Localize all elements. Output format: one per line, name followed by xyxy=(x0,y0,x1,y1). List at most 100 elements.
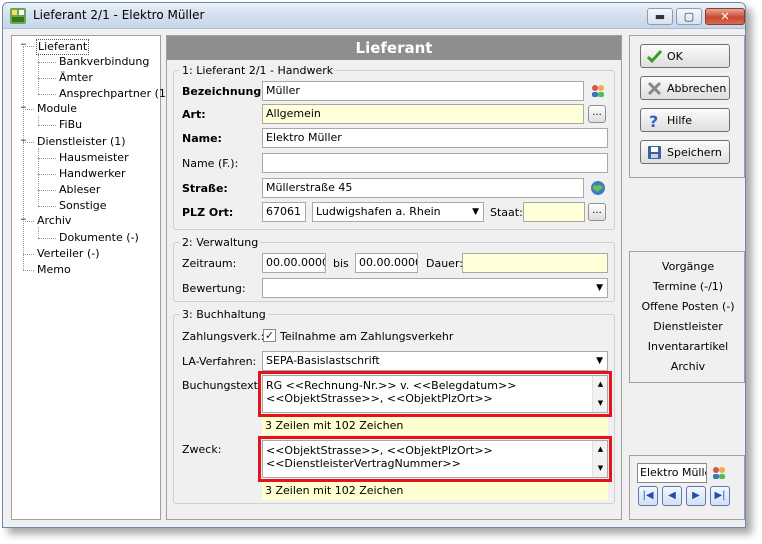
ort-value: Ludwigshafen a. Rhein xyxy=(316,205,441,218)
dauer-label: Dauer: xyxy=(426,257,463,270)
tree-item-verteiler[interactable]: Verteiler (-) xyxy=(37,247,100,261)
collapse-icon[interactable]: − xyxy=(19,104,28,113)
tree-hline xyxy=(38,158,56,159)
tree-item-handwerker[interactable]: Handwerker xyxy=(59,167,126,181)
tree-item-dokumente[interactable]: Dokumente (-) xyxy=(59,231,139,245)
art-label: Art: xyxy=(182,108,206,121)
tree-branch-line xyxy=(38,116,39,125)
close-button[interactable]: ✕ xyxy=(705,8,745,25)
last-record-button[interactable]: ▶| xyxy=(710,486,730,506)
collapse-icon[interactable]: − xyxy=(19,41,28,50)
tree-item-bankverbindung[interactable]: Bankverbindung xyxy=(59,55,149,69)
section-verwaltung: 2: Verwaltung Zeitraum: 00.00.0000 bis 0… xyxy=(173,236,615,302)
svg-text:?: ? xyxy=(649,112,658,129)
speichern-button[interactable]: Speichern xyxy=(640,140,730,164)
tree-item-lieferant[interactable]: Lieferant xyxy=(36,39,90,55)
hilfe-button[interactable]: ? Hilfe xyxy=(640,108,730,132)
tree-item-memo[interactable]: Memo xyxy=(37,263,71,277)
strasse-input[interactable]: Müllerstraße 45 xyxy=(262,178,584,198)
section-title: 3: Buchhaltung xyxy=(180,308,268,321)
staat-lookup-button[interactable]: ... xyxy=(588,203,606,221)
object-name-field[interactable]: Elektro Müller xyxy=(637,463,707,483)
tree-item-ansprechpartner[interactable]: Ansprechpartner (1) xyxy=(59,87,170,101)
action-panel: OK Abbrechen ? Hilfe Speichern xyxy=(629,35,745,178)
staat-input[interactable] xyxy=(523,202,585,222)
ok-button[interactable]: OK xyxy=(640,44,730,68)
tree-branch-line xyxy=(38,227,39,238)
tree-item-archiv[interactable]: Archiv xyxy=(37,214,71,228)
bewertung-label: Bewertung: xyxy=(182,282,246,295)
tree-item-module[interactable]: Module xyxy=(37,102,77,116)
speichern-label: Speichern xyxy=(667,146,722,159)
title-bar[interactable]: Lieferant 2/1 - Elektro Müller ▬ ▢ ✕ xyxy=(3,3,745,29)
teilnahme-label[interactable]: Teilnahme am Zahlungsverkehr xyxy=(280,330,453,343)
tree-item-fibu[interactable]: FiBu xyxy=(59,118,82,132)
minimize-button[interactable]: ▬ xyxy=(647,8,673,25)
hilfe-label: Hilfe xyxy=(667,114,693,127)
tree-item-sonstige[interactable]: Sonstige xyxy=(59,199,107,213)
contacts-icon[interactable] xyxy=(711,465,727,481)
plz-input[interactable]: 67061 xyxy=(262,202,306,222)
tree-hline xyxy=(38,78,56,79)
tree-item-hausmeister[interactable]: Hausmeister xyxy=(59,151,129,165)
ort-select[interactable]: Ludwigshafen a. Rhein ▼ xyxy=(312,202,484,222)
zeitraum-label: Zeitraum: xyxy=(182,257,237,270)
bewertung-select[interactable]: ▼ xyxy=(262,278,608,298)
zweck-label: Zweck: xyxy=(182,443,222,456)
tree-root-line xyxy=(23,46,24,270)
art-input[interactable]: Allgemein xyxy=(262,104,584,124)
help-icon: ? xyxy=(649,112,658,129)
maximize-button[interactable]: ▢ xyxy=(676,8,702,25)
section-buchhaltung: 3: Buchhaltung Zahlungsverk.: ✓ Teilnahm… xyxy=(173,308,615,504)
zeitraum-to-input[interactable]: 00.00.0000 xyxy=(355,253,418,273)
name-f-input[interactable] xyxy=(262,153,608,173)
section-title: 2: Verwaltung xyxy=(180,236,261,249)
tree-hline xyxy=(38,94,56,95)
art-lookup-button[interactable]: ... xyxy=(588,105,606,123)
staat-label: Staat: xyxy=(490,206,523,219)
app-logo-icon xyxy=(10,8,26,24)
chevron-down-icon[interactable]: ▼ xyxy=(596,352,603,370)
contacts-icon[interactable] xyxy=(590,83,606,99)
section-lieferant: 1: Lieferant 2/1 - Handwerk Bezeichnung:… xyxy=(173,64,615,230)
tree-branch-line xyxy=(38,148,39,206)
page-title: Lieferant xyxy=(167,36,621,60)
first-record-button[interactable]: |◀ xyxy=(638,486,658,506)
link-vorgaenge[interactable]: Vorgänge xyxy=(630,260,745,273)
tree-item-aemter[interactable]: Ämter xyxy=(59,71,93,85)
chevron-down-icon[interactable]: ▼ xyxy=(472,203,479,221)
plz-ort-label: PLZ Ort: xyxy=(182,206,234,219)
tree-branch-line xyxy=(38,53,39,94)
tree-hline xyxy=(38,238,56,239)
tree-hline xyxy=(38,62,56,63)
la-verfahren-label: LA-Verfahren: xyxy=(182,355,257,368)
buchungstext-label: Buchungstext: xyxy=(182,379,262,392)
zeitraum-from-input[interactable]: 00.00.0000 xyxy=(262,253,326,273)
tree-hline xyxy=(38,174,56,175)
link-inventarartikel[interactable]: Inventarartikel xyxy=(630,340,745,353)
collapse-icon[interactable]: − xyxy=(19,137,28,146)
tree-hline xyxy=(38,206,56,207)
name-input[interactable]: Elektro Müller xyxy=(262,128,608,148)
next-record-button[interactable]: ▶ xyxy=(686,486,706,506)
bezeichnung-input[interactable]: Müller xyxy=(262,81,584,101)
link-offene-posten[interactable]: Offene Posten (-) xyxy=(630,300,745,313)
link-archiv[interactable]: Archiv xyxy=(630,360,745,373)
tree-item-dienstleister[interactable]: Dienstleister (1) xyxy=(37,135,126,149)
globe-icon[interactable] xyxy=(590,180,606,196)
la-verfahren-value: SEPA-Basislastschrift xyxy=(266,354,380,367)
save-icon xyxy=(648,146,661,159)
chevron-down-icon[interactable]: ▼ xyxy=(596,279,603,297)
dauer-input[interactable] xyxy=(462,253,608,273)
main-form-panel: Lieferant 1: Lieferant 2/1 - Handwerk Be… xyxy=(166,35,622,520)
check-icon xyxy=(646,49,663,64)
tree-item-ableser[interactable]: Ableser xyxy=(59,183,100,197)
links-panel: Vorgänge Termine (-/1) Offene Posten (-)… xyxy=(629,251,745,383)
link-dienstleister[interactable]: Dienstleister xyxy=(630,320,745,333)
link-termine[interactable]: Termine (-/1) xyxy=(630,280,745,293)
abbrechen-button[interactable]: Abbrechen xyxy=(640,76,730,100)
teilnahme-checkbox[interactable]: ✓ xyxy=(263,329,276,342)
la-verfahren-select[interactable]: SEPA-Basislastschrift ▼ xyxy=(262,351,608,371)
collapse-icon[interactable]: − xyxy=(19,216,28,225)
previous-record-button[interactable]: ◀ xyxy=(662,486,682,506)
